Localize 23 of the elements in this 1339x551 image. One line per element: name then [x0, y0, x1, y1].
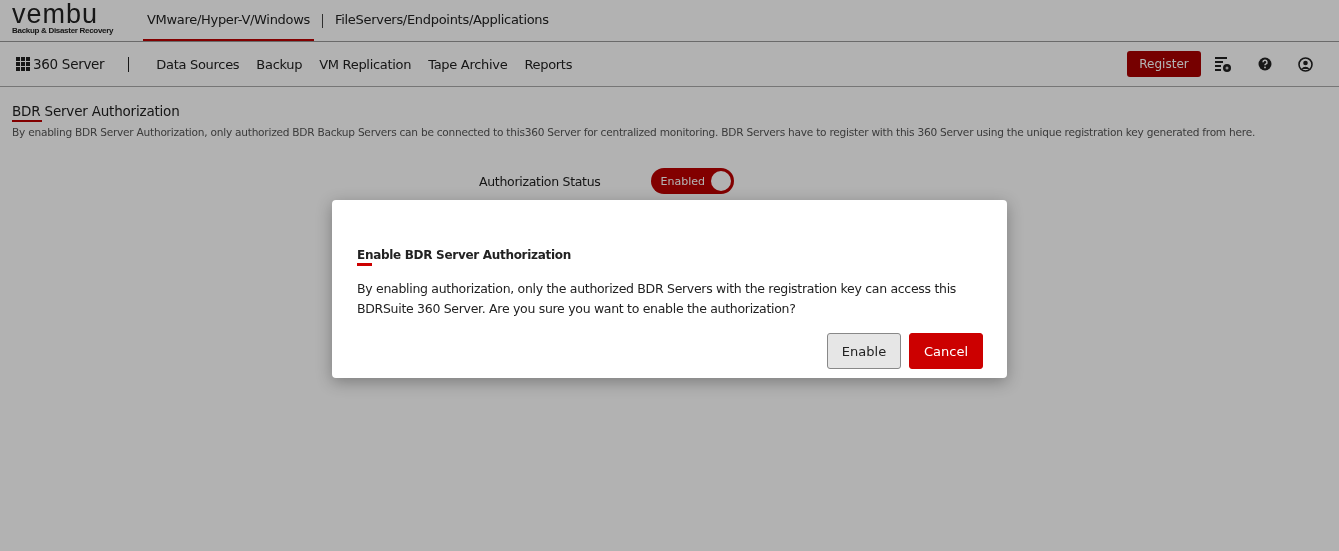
settings-list-icon[interactable]	[1214, 55, 1232, 73]
apps-grid-icon[interactable]	[16, 57, 30, 71]
user-account-icon[interactable]	[1298, 56, 1313, 72]
field-label: Authorization Status	[479, 173, 601, 189]
nav-menu-item[interactable]: VM Replication	[319, 56, 412, 72]
toggle-switch[interactable]: Enabled	[650, 168, 734, 194]
dialog-title: Enable BDR Server Authorization	[357, 248, 571, 266]
dialog-message: By enabling authorization, only the authorized BDR Servers with the registration key can access this BDRSuite 360 Server. Are you sure you want to enable the authorization?	[357, 280, 958, 318]
home-link[interactable]: 360 Server	[33, 56, 105, 72]
nav-menu-item[interactable]: Reports	[524, 56, 573, 72]
logo-wordmark: vembu	[12, 2, 99, 26]
enable-button[interactable]: Enable	[827, 333, 901, 369]
product-tab[interactable]: VMware/Hyper-V/Windows	[143, 0, 314, 41]
logo-tagline: Backup & Disaster Recovery	[12, 26, 115, 35]
page-description: By enabling BDR Server Authorization, only authorized BDR Backup Servers can be connected to this360 Server for centralized monitoring. BDR Servers have to register with this 360 Server using the unique registration key generated from here.	[12, 126, 1257, 138]
cancel-button[interactable]: Cancel	[909, 333, 983, 369]
help-icon[interactable]	[1258, 57, 1272, 71]
register-button[interactable]: Register	[1127, 51, 1201, 77]
nav-menu-item[interactable]: Tape Archive	[428, 56, 508, 72]
nav-menu-item[interactable]: Data Sources	[156, 56, 240, 72]
product-tab[interactable]: FileServers/Endpoints/Applications	[331, 0, 553, 41]
page-title: BDR Server Authorization	[12, 103, 180, 122]
nav-menu-item[interactable]: Backup	[256, 56, 303, 72]
